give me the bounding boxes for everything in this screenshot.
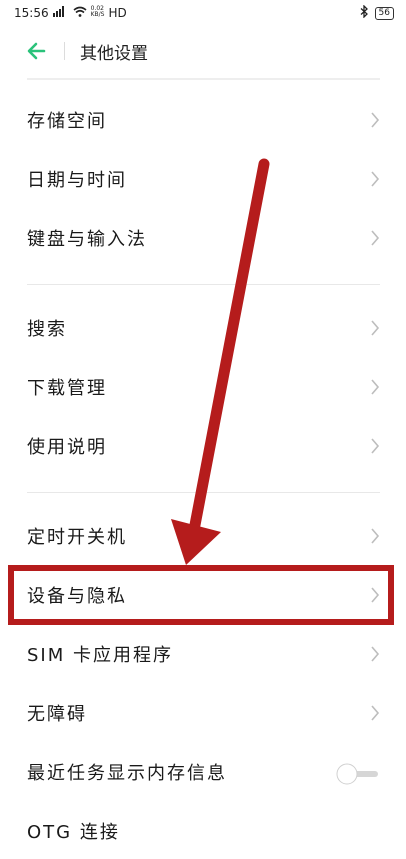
status-time: 15:56 [14, 6, 49, 20]
settings-item-sim-toolkit[interactable]: SIM 卡应用程序 [0, 626, 406, 682]
settings-item-label: 搜索 [27, 319, 67, 340]
settings-item-recent-memory[interactable]: 最近任务显示内存信息 [0, 744, 406, 800]
settings-item-manual[interactable]: 使用说明 [0, 418, 406, 474]
settings-item-label: 定时开关机 [27, 527, 127, 548]
chevron-right-icon [371, 379, 380, 395]
chevron-right-icon [371, 320, 380, 336]
title-bar: 其他设置 [0, 26, 406, 76]
settings-item-label: 最近任务显示内存信息 [27, 763, 227, 784]
settings-item-scheduled-power[interactable]: 定时开关机 [0, 508, 406, 564]
chevron-right-icon [371, 438, 380, 454]
settings-item-date-time[interactable]: 日期与时间 [0, 151, 406, 207]
network-type: HD [108, 6, 127, 20]
settings-item-label: OTG 连接 [27, 822, 120, 843]
settings-item-accessibility[interactable]: 无障碍 [0, 685, 406, 741]
title-separator [64, 42, 65, 60]
settings-item-downloads[interactable]: 下载管理 [0, 359, 406, 415]
chevron-right-icon [371, 171, 380, 187]
memory-info-toggle[interactable] [334, 763, 380, 785]
settings-item-label: 无障碍 [27, 704, 87, 725]
bluetooth-icon [360, 4, 369, 21]
chevron-right-icon [371, 112, 380, 128]
back-arrow-icon [27, 42, 46, 60]
settings-item-storage[interactable]: 存储空间 [0, 92, 406, 148]
chevron-right-icon [371, 705, 380, 721]
chevron-right-icon [371, 230, 380, 246]
settings-item-label: 存储空间 [27, 111, 107, 132]
chevron-right-icon [371, 528, 380, 544]
settings-item-label: 使用说明 [27, 437, 107, 458]
settings-item-label: 下载管理 [27, 378, 107, 399]
settings-item-otg[interactable]: OTG 连接 [0, 803, 406, 859]
back-button[interactable] [24, 38, 50, 64]
battery-icon: 56 [374, 6, 394, 20]
status-bar: 15:56 0.02 KB/S HD 56 [0, 0, 406, 26]
settings-item-label: 日期与时间 [27, 170, 127, 191]
wifi-icon [73, 6, 87, 20]
settings-item-label: SIM 卡应用程序 [27, 645, 173, 666]
signal-icon [52, 6, 69, 20]
settings-item-search[interactable]: 搜索 [0, 300, 406, 356]
page-title: 其他设置 [80, 44, 148, 64]
group-divider [27, 284, 380, 285]
network-speed: 0.02 KB/S [90, 5, 105, 18]
highlight-box [8, 565, 394, 625]
group-divider [27, 492, 380, 493]
header-divider [27, 78, 380, 80]
settings-item-keyboard[interactable]: 键盘与输入法 [0, 210, 406, 266]
settings-item-label: 键盘与输入法 [27, 229, 147, 250]
chevron-right-icon [371, 646, 380, 662]
